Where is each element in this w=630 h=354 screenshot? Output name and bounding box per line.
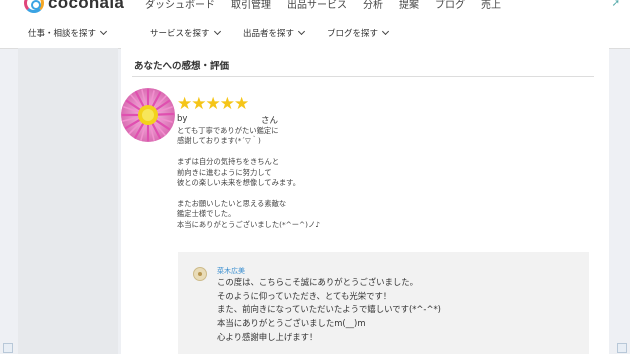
- seller-avatar[interactable]: [193, 267, 207, 281]
- reviewer-avatar[interactable]: [121, 88, 175, 142]
- top-nav: ダッシュボード 取引管理 出品サービス 分析 提案 ブログ 売上: [145, 0, 501, 11]
- logo-text: coconala: [48, 0, 125, 12]
- top-nav-transactions[interactable]: 取引管理: [231, 0, 271, 11]
- category-find-jobs[interactable]: 仕事・相談を探す: [28, 27, 108, 39]
- title-divider: [132, 76, 594, 77]
- flower-avatar-image: [121, 88, 175, 142]
- top-nav-sales[interactable]: 売上: [481, 0, 501, 11]
- top-nav-services[interactable]: 出品サービス: [287, 0, 347, 11]
- section-title: あなたへの感想・評価: [134, 61, 230, 72]
- top-nav-blog[interactable]: ブログ: [435, 0, 465, 11]
- scroll-right-button[interactable]: [617, 343, 627, 353]
- review-panel: あなたへの感想・評価 ★★★★★ by さん とても丁寧でありがたい鑑定に 感謝…: [121, 48, 609, 354]
- by-label: by: [177, 114, 188, 124]
- category-find-blogs-label: ブログを探す: [327, 29, 379, 39]
- scroll-left-button[interactable]: [3, 343, 13, 353]
- chevron-down-icon: [213, 27, 221, 36]
- seller-name-link[interactable]: 菜木広美: [217, 266, 245, 276]
- top-header: coconala ダッシュボード 取引管理 出品サービス 分析 提案 ブログ 売…: [0, 0, 630, 18]
- top-nav-proposals[interactable]: 提案: [399, 0, 419, 11]
- coconala-logo-icon: [24, 0, 44, 13]
- notification-icon[interactable]: ➚: [612, 0, 620, 9]
- category-find-jobs-label: 仕事・相談を探す: [28, 29, 97, 39]
- category-find-sellers[interactable]: 出品者を探す: [243, 27, 306, 39]
- coconala-logo[interactable]: coconala: [24, 0, 124, 13]
- reply-text: この度は、こちらこそ誠にありがとうございました。 そのように仰っていただき、とて…: [217, 277, 441, 342]
- chevron-down-icon: [297, 27, 306, 36]
- top-nav-analytics[interactable]: 分析: [363, 0, 383, 11]
- left-sidebar: [18, 48, 118, 354]
- rating-stars: ★★★★★: [177, 94, 249, 114]
- chevron-down-icon: [99, 27, 108, 36]
- honorific-label: さん: [261, 116, 279, 126]
- review-text: とても丁寧でありがたい鑑定に 感謝しております(*´▽｀) まずは自分の気持ちを…: [177, 126, 320, 229]
- category-find-sellers-label: 出品者を探す: [243, 29, 295, 39]
- reviewer-byline: by さん: [177, 114, 278, 126]
- category-find-services-label: サービスを探す: [150, 29, 210, 39]
- chevron-down-icon: [381, 27, 390, 36]
- category-find-services[interactable]: サービスを探す: [150, 27, 221, 39]
- category-nav: 仕事・相談を探す サービスを探す 出品者を探す ブログを探す: [0, 18, 630, 49]
- seller-reply: 菜木広美 この度は、こちらこそ誠にありがとうございました。 そのように仰っていた…: [178, 252, 589, 354]
- top-nav-dashboard[interactable]: ダッシュボード: [145, 0, 215, 11]
- category-find-blogs[interactable]: ブログを探す: [327, 27, 390, 39]
